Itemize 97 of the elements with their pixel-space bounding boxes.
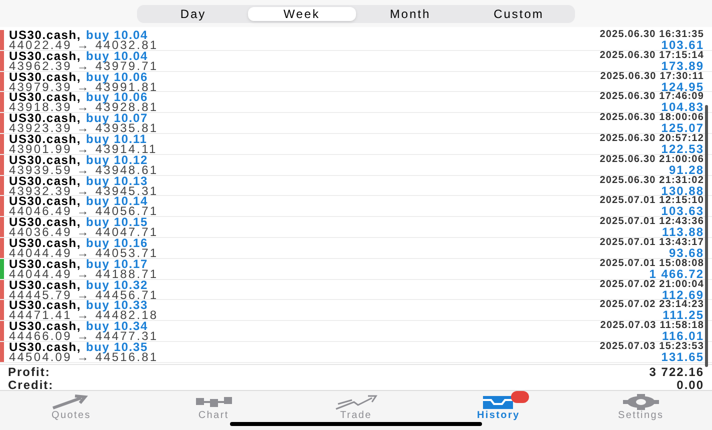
trade-prices: 43923.39 → 43935.81	[9, 123, 158, 134]
trade-deal: buy 10.14	[86, 196, 148, 206]
trade-deal: buy 10.07	[86, 113, 148, 124]
trade-time: 2025.06.30 17:46:09	[600, 92, 704, 102]
trade-prices: 43901.99 → 43914.11	[9, 144, 158, 155]
trade-profit: 111.25	[662, 310, 704, 322]
trade-prices: 43932.39 → 43945.31	[9, 186, 158, 197]
trade-deal: buy 10.04	[86, 30, 148, 40]
trade-symbol: US30.cash,	[9, 258, 82, 269]
trade-profit: 130.88	[661, 186, 704, 197]
tab-bar-item[interactable]: Trade	[284, 391, 428, 430]
trade-time: 2025.07.02 21:00:04	[600, 280, 704, 290]
trade-prices: 43939.59 → 43948.61	[9, 164, 158, 176]
period-tab[interactable]: Month	[356, 6, 464, 20]
trade-time: 2025.06.30 20:57:12	[600, 134, 704, 144]
trade-deal: buy 10.16	[86, 238, 148, 248]
trade-deal: buy 10.12	[86, 154, 148, 165]
trade-time: 2025.06.30 21:00:06	[600, 154, 704, 165]
trade-profit: 122.53	[661, 144, 704, 155]
trade-profit: 124.95	[661, 82, 704, 93]
trade-prices: 44471.41 → 44482.18	[9, 310, 158, 322]
trade-symbol: US30.cash,	[9, 92, 82, 102]
trade-time: 2025.07.01 15:08:08	[600, 258, 704, 269]
trade-profit: 104.83	[661, 102, 704, 114]
candlestick-icon	[194, 394, 234, 410]
trade-profit: 103.63	[661, 206, 704, 218]
trade-profit: 103.61	[661, 40, 704, 51]
tab-bar-item[interactable]: Settings	[570, 391, 712, 430]
trade-deal: buy 10.13	[86, 176, 148, 186]
trade-profit: 112.69	[662, 290, 704, 301]
trade-prices: 44022.49 → 44032.81	[9, 40, 158, 51]
trade-prices: 44504.09 → 44516.81	[9, 352, 158, 363]
trade-prices: 44445.79 → 44456.71	[9, 290, 158, 301]
trade-deal: buy 10.06	[86, 92, 148, 102]
trade-symbol: US30.cash,	[9, 238, 82, 248]
trade-profit: 131.65	[661, 352, 704, 363]
trade-symbol: US30.cash,	[9, 300, 82, 310]
trade-time: 2025.06.30 18:00:06	[600, 113, 704, 124]
tab-bar-item[interactable]: Quotes	[0, 391, 142, 430]
tab-bar-item[interactable]: Chart	[142, 391, 285, 430]
trade-time: 2025.06.30 21:31:02	[600, 176, 704, 186]
trade-symbol: US30.cash,	[9, 50, 82, 61]
trade-deal: buy 10.35	[86, 342, 148, 352]
trade-prices: 43918.39 → 43928.81	[9, 102, 158, 114]
period-tab[interactable]: Day	[139, 6, 248, 20]
summary-value: 0.00	[676, 379, 704, 391]
trend-icon	[334, 394, 378, 410]
trade-time: 2025.07.03 15:23:53	[600, 342, 704, 352]
trade-symbol: US30.cash,	[9, 176, 82, 186]
trade-prices: 44466.09 → 44477.31	[9, 331, 158, 342]
trade-time: 2025.07.01 12:43:36	[600, 217, 704, 228]
trade-symbol: US30.cash,	[9, 196, 82, 206]
trade-symbol: US30.cash,	[9, 154, 82, 165]
trade-deal: buy 10.06	[86, 72, 148, 82]
summary-value: 3 722.16	[649, 366, 704, 378]
trade-profit: 113.88	[662, 227, 704, 238]
summary-label: Profit:	[8, 366, 50, 378]
period-tab[interactable]: Custom	[464, 6, 573, 20]
trade-prices: 43962.39 → 43979.71	[9, 60, 158, 72]
trade-profit: 91.28	[668, 164, 704, 176]
trade-profit: 93.68	[668, 248, 704, 259]
summary-label: Credit:	[8, 379, 54, 391]
trade-symbol: US30.cash,	[9, 113, 82, 124]
trade-profit: 1 466.72	[649, 268, 704, 280]
trade-time: 2025.07.01 13:43:17	[600, 238, 704, 248]
trade-prices: 44044.49 → 44188.71	[9, 268, 158, 280]
trade-deal: buy 10.34	[86, 321, 148, 332]
trade-prices: 43979.39 → 43991.81	[9, 82, 158, 93]
trade-prices: 44044.49 → 44053.71	[9, 248, 158, 259]
trade-prices: 44036.49 → 44047.71	[9, 227, 158, 238]
trade-deal: buy 10.04	[86, 50, 148, 61]
trade-symbol: US30.cash,	[9, 72, 82, 82]
trade-time: 2025.07.02 23:14:23	[600, 300, 704, 310]
trade-deal: buy 10.32	[86, 280, 148, 290]
trade-profit: 125.07	[661, 123, 704, 134]
trade-symbol: US30.cash,	[9, 342, 82, 352]
trade-deal: buy 10.11	[86, 134, 148, 144]
trade-profit: 116.01	[662, 331, 704, 342]
trade-symbol: US30.cash,	[9, 134, 82, 144]
trade-symbol: US30.cash,	[9, 280, 82, 290]
trade-profit: 173.89	[661, 60, 704, 72]
trade-symbol: US30.cash,	[9, 30, 82, 40]
trade-prices: 44046.49 → 44056.71	[9, 206, 158, 218]
trade-time: 2025.07.01 12:15:10	[600, 196, 704, 206]
inbox-icon	[481, 394, 516, 410]
trade-time: 2025.06.30 17:15:14	[600, 50, 704, 61]
trade-time: 2025.06.30 17:30:11	[600, 72, 704, 82]
trade-deal: buy 10.15	[86, 217, 148, 228]
period-tab[interactable]: Week	[248, 6, 356, 20]
trade-symbol: US30.cash,	[9, 321, 82, 332]
trade-deal: buy 10.33	[86, 300, 148, 310]
trade-symbol: US30.cash,	[9, 217, 82, 228]
trade-time: 2025.06.30 16:31:35	[600, 30, 704, 40]
settings-icon	[620, 394, 661, 410]
trade-deal: buy 10.17	[86, 258, 148, 269]
badge-icon	[511, 391, 530, 403]
trade-time: 2025.07.03 11:58:18	[600, 321, 704, 332]
